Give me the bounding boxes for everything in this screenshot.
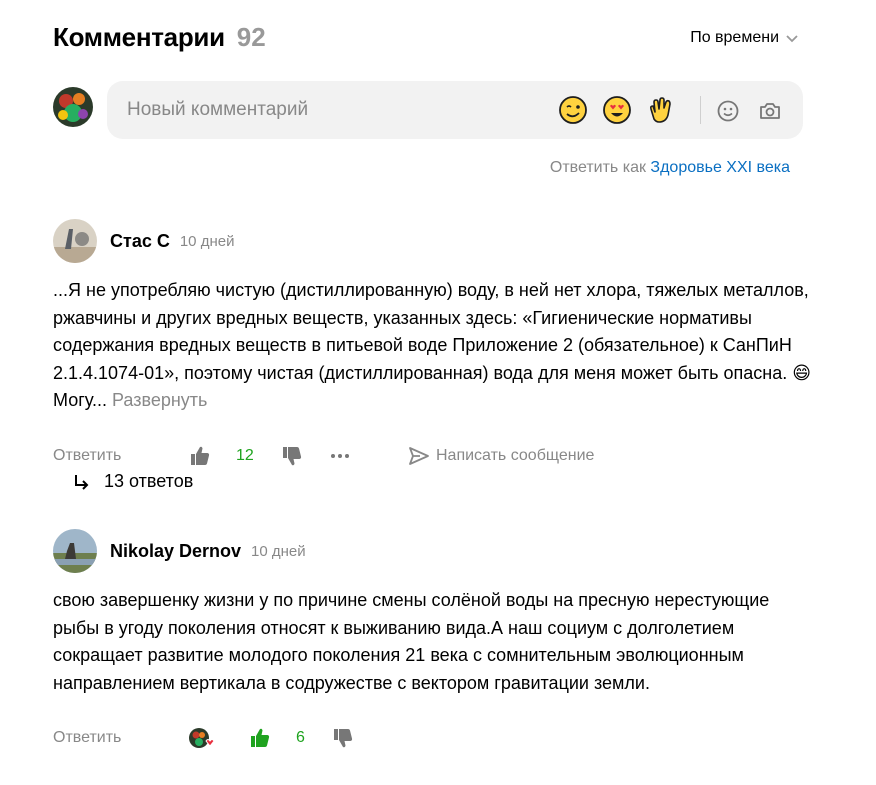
comment-actions: Ответить 12 Написать сообщение [53,441,813,471]
sort-label: По времени [690,29,779,46]
avatar[interactable] [53,219,97,263]
likes-count: 6 [296,729,305,746]
comment-time[interactable]: 10 дней [180,233,235,250]
liker-avatar-icon [189,728,215,748]
new-comment-box[interactable] [107,81,803,139]
reply-arrow-icon [75,474,89,490]
replies-count: 13 ответов [104,471,194,491]
comment-header: Nikolay Dernov 10 дней [53,529,813,573]
dislike-button[interactable] [332,723,354,753]
comment-text: ...Я не употребляю чистую (дистиллирован… [53,277,813,415]
heart-eyes-emoji-icon[interactable] [601,94,633,126]
likes-count: 12 [236,446,254,464]
like-button[interactable] [189,441,211,471]
show-replies-button[interactable]: 13 ответов [72,471,193,492]
avatar[interactable] [53,529,97,573]
current-user-avatar [53,87,93,127]
comment-actions: Ответить 6 [53,723,813,753]
reply-button[interactable]: Ответить [53,723,121,753]
comment-time[interactable]: 10 дней [251,543,306,560]
wink-emoji-icon[interactable] [557,94,589,126]
emoji-picker-icon[interactable] [715,98,741,124]
more-icon [331,453,349,458]
camera-icon[interactable] [757,98,783,124]
expand-link[interactable]: Развернуть [112,390,207,410]
reply-as-prefix: Ответить как [549,159,646,176]
like-button[interactable] [249,723,271,753]
comment-header: Стас С 10 дней [53,219,813,263]
write-message-label: Написать сообщение [436,446,595,464]
write-message-button[interactable]: Написать сообщение [408,441,594,471]
sort-dropdown[interactable]: По времени [690,29,799,47]
liker-avatar [188,723,216,753]
thumb-up-icon [191,446,210,465]
reply-as-account-link[interactable]: Здоровье XXI века [650,159,790,176]
send-icon [409,446,429,465]
dislike-button[interactable] [281,441,303,471]
clapping-hands-icon[interactable] [645,94,677,126]
comment: Стас С 10 дней ...Я не употребляю чистую… [53,219,813,471]
more-options-button[interactable] [329,441,351,471]
comments-header: Комментарии 92 По времени [53,20,803,54]
reply-button[interactable]: Ответить [53,441,121,471]
reply-as-line: Ответить как Здоровье XXI века [550,159,790,177]
thumb-up-icon [251,728,270,747]
comment-text: свою завершенку жизни у по причине смены… [53,587,813,697]
comment: Nikolay Dernov 10 дней свою завершенку ж… [53,529,813,753]
comment-author[interactable]: Стас С [110,231,170,252]
thumb-down-icon [334,729,353,748]
composer-divider [700,96,701,124]
thumb-down-icon [283,446,302,465]
comments-count: 92 [236,21,266,52]
comments-title: Комментарии [53,21,225,52]
comment-body: свою завершенку жизни у по причине смены… [53,590,770,693]
new-comment-input[interactable] [127,81,527,139]
comment-author[interactable]: Nikolay Dernov [110,541,241,562]
chevron-down-icon [786,35,798,43]
